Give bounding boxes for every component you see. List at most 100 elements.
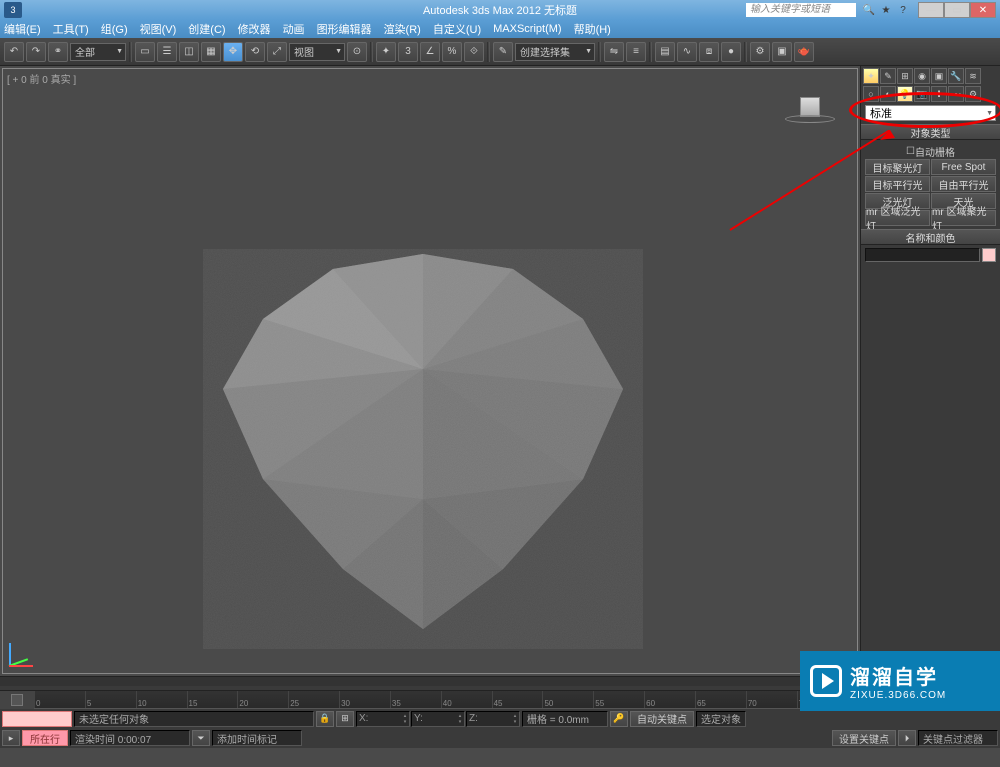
lights-subtab[interactable]: 💡	[897, 86, 913, 102]
undo-button[interactable]: ↶	[4, 42, 24, 62]
hierarchy-tab[interactable]: ⊞	[897, 68, 913, 84]
menu-view[interactable]: 视图(V)	[140, 21, 177, 37]
select-move-button[interactable]: ✥	[223, 42, 243, 62]
percent-snap-button[interactable]: %	[442, 42, 462, 62]
pivot-button[interactable]: ⊙	[347, 42, 367, 62]
mr-area-omni-button[interactable]: mr 区域泛光灯	[865, 210, 930, 226]
menu-render[interactable]: 渲染(R)	[384, 21, 421, 37]
select-button[interactable]: ▭	[135, 42, 155, 62]
viewcube-face[interactable]	[800, 97, 820, 117]
create-tab[interactable]: ✦	[863, 68, 879, 84]
separator	[370, 42, 373, 62]
auto-key-button[interactable]: 自动关键点	[630, 711, 694, 727]
viewcube[interactable]	[785, 97, 835, 127]
display-tab[interactable]: ▣	[931, 68, 947, 84]
menu-modifiers[interactable]: 修改器	[238, 21, 271, 37]
mr-area-spot-button[interactable]: mr 区域聚光灯	[931, 210, 996, 226]
search-icon[interactable]: 🔍	[862, 3, 876, 17]
key-filters-icon[interactable]: ⏵	[898, 730, 916, 746]
viewcube-ring[interactable]	[785, 115, 835, 123]
viewport-scrollbar[interactable]	[0, 676, 860, 686]
select-scale-button[interactable]: ⤢	[267, 42, 287, 62]
menu-edit[interactable]: 编辑(E)	[4, 21, 41, 37]
y-input[interactable]: Y:▴▾	[411, 711, 465, 727]
menu-help[interactable]: 帮助(H)	[574, 21, 611, 37]
rollout-object-type[interactable]: 对象类型	[861, 124, 1000, 140]
snap-toggle-button[interactable]: 3	[398, 42, 418, 62]
object-name-input[interactable]	[865, 248, 980, 262]
separator	[487, 42, 490, 62]
extra-tab[interactable]: ≋	[965, 68, 981, 84]
window-cross-button[interactable]: ▦	[201, 42, 221, 62]
x-input[interactable]: X:▴▾	[356, 711, 410, 727]
menu-create[interactable]: 创建(C)	[188, 21, 225, 37]
layers-button[interactable]: ▤	[655, 42, 675, 62]
spinner-snap-button[interactable]: ⟐	[464, 42, 484, 62]
menu-maxscript[interactable]: MAXScript(M)	[493, 23, 561, 35]
named-selection-dropdown[interactable]: 创建选择集	[515, 43, 595, 61]
render-frame-button[interactable]: ▣	[772, 42, 792, 62]
link-button[interactable]: ⚭	[48, 42, 68, 62]
menu-animation[interactable]: 动画	[283, 21, 305, 37]
select-rotate-button[interactable]: ⟲	[245, 42, 265, 62]
angle-snap-button[interactable]: ∠	[420, 42, 440, 62]
key-mode-button[interactable]: 🔑	[610, 711, 628, 727]
modify-tab[interactable]: ✎	[880, 68, 896, 84]
systems-subtab[interactable]: ⚙	[965, 86, 981, 102]
light-type-dropdown[interactable]: 标准	[865, 105, 996, 121]
target-spot-button[interactable]: 目标聚光灯	[865, 159, 930, 175]
redo-button[interactable]: ↷	[26, 42, 46, 62]
named-sel-edit-button[interactable]: ✎	[493, 42, 513, 62]
render-button[interactable]: 🫖	[794, 42, 814, 62]
utilities-tab[interactable]: 🔧	[948, 68, 964, 84]
maxscript-button[interactable]: ▸	[2, 730, 20, 746]
manipulate-button[interactable]: ✦	[376, 42, 396, 62]
menu-group[interactable]: 组(G)	[101, 21, 128, 37]
material-editor-button[interactable]: ●	[721, 42, 741, 62]
auto-grid-checkbox[interactable]: ☐ 自动栅格	[865, 143, 996, 159]
spacewarps-subtab[interactable]: 〰	[948, 86, 964, 102]
shapes-subtab[interactable]: ◐	[880, 86, 896, 102]
minimize-button[interactable]: —	[918, 2, 944, 18]
cameras-subtab[interactable]: 📷	[914, 86, 930, 102]
help-icon[interactable]: ?	[896, 3, 910, 17]
z-input[interactable]: Z:▴▾	[466, 711, 520, 727]
set-key-button[interactable]: 设置关键点	[832, 730, 896, 746]
schematic-button[interactable]: ⧈	[699, 42, 719, 62]
selection-filter-dropdown[interactable]: 全部	[70, 43, 126, 61]
render-setup-button[interactable]: ⚙	[750, 42, 770, 62]
curve-editor-button[interactable]: ∿	[677, 42, 697, 62]
script-listener-mini[interactable]	[2, 711, 72, 727]
front-viewport[interactable]: [ + 0 前 0 真实 ]	[2, 68, 858, 674]
favorite-icon[interactable]: ★	[879, 3, 893, 17]
free-spot-button[interactable]: Free Spot	[931, 159, 996, 175]
lock-selection-button[interactable]: 🔒	[316, 711, 334, 727]
viewport-label[interactable]: [ + 0 前 0 真实 ]	[7, 71, 76, 86]
key-target-dropdown[interactable]: 选定对象	[696, 711, 746, 727]
select-name-button[interactable]: ☰	[157, 42, 177, 62]
help-search-input[interactable]: 输入关键字或短语	[746, 3, 856, 17]
trackbar-icons[interactable]	[0, 691, 34, 709]
time-tag-button[interactable]: ⏷	[192, 730, 210, 746]
object-color-swatch[interactable]	[982, 248, 996, 262]
rollout-name-color[interactable]: 名称和颜色	[861, 229, 1000, 245]
maximize-button[interactable]: ▭	[944, 2, 970, 18]
target-direct-button[interactable]: 目标平行光	[865, 176, 930, 192]
listener-row-label[interactable]: 所在行	[22, 730, 68, 746]
motion-tab[interactable]: ◉	[914, 68, 930, 84]
abs-rel-button[interactable]: ⊞	[336, 711, 354, 727]
mirror-button[interactable]: ⇋	[604, 42, 624, 62]
close-button[interactable]: ✕	[970, 2, 996, 18]
align-button[interactable]: ≡	[626, 42, 646, 62]
menu-tools[interactable]: 工具(T)	[53, 21, 89, 37]
add-time-tag[interactable]: 添加时间标记	[212, 730, 302, 746]
key-filters-button[interactable]: 关键点过滤器	[918, 730, 998, 746]
menu-grapheditor[interactable]: 图形编辑器	[317, 21, 372, 37]
create-category-tabs: ○ ◐ 💡 📷 ✚ 〰 ⚙	[861, 84, 1000, 102]
helpers-subtab[interactable]: ✚	[931, 86, 947, 102]
select-region-button[interactable]: ◫	[179, 42, 199, 62]
menu-customize[interactable]: 自定义(U)	[433, 21, 481, 37]
geometry-subtab[interactable]: ○	[863, 86, 879, 102]
ref-coord-dropdown[interactable]: 视图	[289, 43, 345, 61]
free-direct-button[interactable]: 自由平行光	[931, 176, 996, 192]
